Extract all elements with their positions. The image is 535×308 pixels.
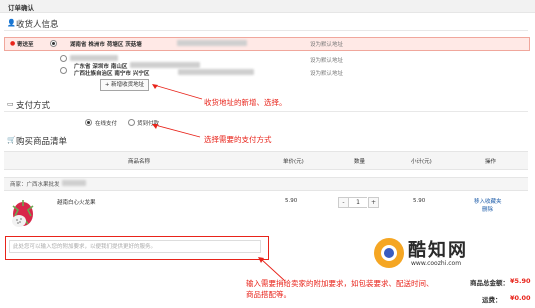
address-3-detail-redacted <box>178 69 254 75</box>
product-price: 5.90 <box>285 198 298 204</box>
cart-icon: 🛒 <box>7 136 16 144</box>
address-2-name-redacted <box>70 55 118 61</box>
address-1-region: 湖南省 株洲市 荷塘区 茨菇塘 <box>70 42 142 48</box>
address-annotation: 收货地址的新增、选择。 <box>204 98 287 107</box>
goods-total-value: ¥5.90 <box>510 277 531 285</box>
address-2-detail-redacted <box>130 62 200 68</box>
message-annotation-line2: 商品搭配等。 <box>246 290 291 299</box>
address-3-region: 广西壮族自治区 南宁市 兴宁区 <box>74 71 150 77</box>
address-divider <box>4 30 528 31</box>
watermark-url: www.coozhi.com <box>411 260 462 267</box>
user-icon: 👤 <box>7 19 16 27</box>
payment-online-label: 在线支付 <box>95 121 118 127</box>
shipping-value: ¥0.00 <box>510 294 531 302</box>
address-1-set-default[interactable]: 设为默认地址 <box>310 40 343 48</box>
address-radio-2[interactable] <box>60 55 67 62</box>
address-section-title: 收货人信息 <box>16 20 59 30</box>
product-image[interactable] <box>9 196 37 230</box>
goods-section-title: 购买商品清单 <box>16 137 68 147</box>
quantity-input[interactable]: 1 <box>349 197 367 208</box>
payment-annotation: 选择需要的支付方式 <box>204 135 272 144</box>
column-subtotal: 小计(元) <box>411 159 432 165</box>
quantity-increase-button[interactable]: + <box>368 197 379 208</box>
payment-divider <box>4 111 528 112</box>
top-bar <box>0 0 535 13</box>
payment-radio-online[interactable] <box>85 119 92 126</box>
column-quantity: 数量 <box>354 159 366 165</box>
shipping-label: 运费： <box>482 296 502 304</box>
location-pin-icon: ● <box>10 40 16 47</box>
add-address-button[interactable]: + 新增收货地址 <box>100 79 149 91</box>
address-radio-1[interactable] <box>50 40 57 47</box>
message-annotation-line1: 输入需要捎给卖家的附加要求，如包装要求、配送时间、 <box>246 279 434 288</box>
address-radio-3[interactable] <box>60 67 67 74</box>
column-unit-price: 单价(元) <box>283 159 304 165</box>
goods-table-header <box>4 151 528 170</box>
address-annotation-arrow <box>152 84 203 100</box>
card-icon: ▭ <box>7 100 14 108</box>
address-3-set-default[interactable]: 设为默认地址 <box>310 69 343 77</box>
address-2-set-default[interactable]: 设为默认地址 <box>310 56 343 64</box>
watermark-logo-core <box>384 248 394 258</box>
ship-to-label: 寄送至 <box>17 42 34 48</box>
column-actions: 操作 <box>485 159 497 165</box>
address-1-detail-redacted <box>177 40 247 46</box>
shop-name-redacted <box>62 180 86 186</box>
payment-radio-cod[interactable] <box>128 119 135 126</box>
goods-total-label: 商品总金额： <box>470 279 509 287</box>
move-to-favorites-link[interactable]: 移入收藏夹 <box>474 197 502 205</box>
product-subtotal: 5.90 <box>413 198 426 204</box>
page-title: 订单确认 <box>8 4 34 12</box>
delete-link[interactable]: 删除 <box>482 205 493 213</box>
column-product-name: 商品名称 <box>128 159 151 165</box>
payment-annotation-arrow <box>152 124 201 138</box>
add-address-label: 新增收货地址 <box>111 82 145 88</box>
seller-message-input[interactable]: 此处您可以输入您的附加要求，以便我们提供更好的服务。 <box>9 240 261 253</box>
quantity-decrease-button[interactable]: - <box>338 197 349 208</box>
watermark-brand: 酷知网 <box>408 240 468 261</box>
product-name[interactable]: 越南白心火龙果 <box>57 198 96 206</box>
payment-section-title: 支付方式 <box>16 101 51 111</box>
shop-label: 商家：广西水果批发 <box>10 182 60 188</box>
